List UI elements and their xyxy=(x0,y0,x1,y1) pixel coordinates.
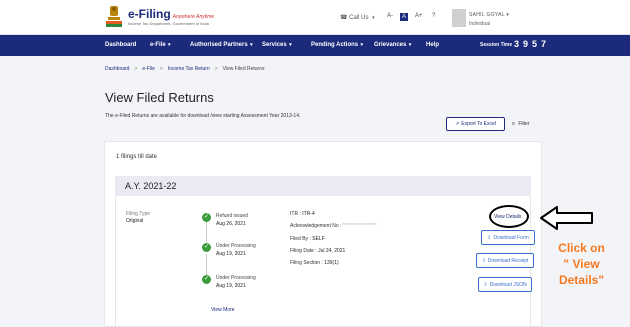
filed-by-row: Filed By : SELF xyxy=(290,236,325,242)
efiling-logo[interactable]: e-Filing Anywhere Anytime Income Tax Dep… xyxy=(104,4,214,30)
nav-dashboard[interactable]: Dashboard xyxy=(105,42,136,48)
status-text: Under Processing xyxy=(216,275,256,281)
breadcrumb-income-tax-return[interactable]: Income Tax Return xyxy=(168,66,210,72)
download-icon: ⇩ xyxy=(481,257,486,264)
filter-button[interactable]: ≡ Filter xyxy=(512,121,529,127)
filing-date-label: Filing Date : xyxy=(290,248,317,254)
annotation-text: Click on " View Details" xyxy=(558,241,605,287)
filter-icon: ≡ xyxy=(512,121,515,127)
session-time-label: Session Time xyxy=(480,42,513,48)
chevron-right-icon: > xyxy=(214,66,218,72)
filing-section-row: Filing Section : 139(1) xyxy=(290,260,339,266)
chevron-down-icon: ▾ xyxy=(359,42,364,48)
nav-authorised-partners[interactable]: Authorised Partners ▾ xyxy=(190,42,253,48)
call-us-label: Call Us xyxy=(349,15,369,21)
breadcrumb: Dashboard > e-File > Income Tax Return >… xyxy=(105,66,265,72)
breadcrumb-efile[interactable]: e-File xyxy=(142,66,155,72)
timeline-connector xyxy=(206,254,207,276)
chevron-down-icon: ▾ xyxy=(287,42,292,48)
filed-by-value: SELF xyxy=(312,236,325,242)
status-text: Under Processing xyxy=(216,243,256,249)
logo-tagline: Anywhere Anytime xyxy=(172,14,215,20)
view-more-link[interactable]: View More xyxy=(211,307,235,313)
status-item: ✓ Refund issued Aug 26, 2021 xyxy=(202,213,248,227)
session-timer: 3 9 5 7 xyxy=(513,39,546,49)
download-icon: ⇩ xyxy=(487,234,492,241)
chevron-down-icon: ▾ xyxy=(248,42,253,48)
filing-date-row: Filing Date : Jul 24, 2021 xyxy=(290,248,345,254)
chevron-down-icon: ▾ xyxy=(506,12,510,18)
nav-grievances[interactable]: Grievances ▾ xyxy=(374,42,411,48)
status-text: Refund issued xyxy=(216,213,248,219)
status-date: Aug 19, 2021 xyxy=(216,251,246,257)
chevron-down-icon: ▾ xyxy=(372,15,375,21)
filed-by-label: Filed By : xyxy=(290,236,311,242)
download-json-button[interactable]: ⇩ Download JSON xyxy=(478,277,532,292)
assessment-year-label: A.Y. 2021-22 xyxy=(125,181,177,191)
call-us-menu[interactable]: ☎ Call Us ▾ xyxy=(340,14,375,21)
chevron-down-icon: ▾ xyxy=(407,42,412,48)
download-receipt-button[interactable]: ⇩ Download Receipt xyxy=(476,253,534,268)
page-title: View Filed Returns xyxy=(105,90,214,105)
check-circle-icon: ✓ xyxy=(202,243,211,252)
top-header: e-Filing Anywhere Anytime Income Tax Dep… xyxy=(0,0,630,35)
main-nav: Dashboard e-File ▾ Authorised Partners ▾… xyxy=(0,35,630,56)
breadcrumb-current: View Filed Returns xyxy=(222,66,265,72)
user-type: Individual xyxy=(469,21,491,27)
ack-row: Acknowledgement No : ************** xyxy=(290,223,377,229)
filing-type-value: Original xyxy=(126,218,144,224)
filing-section-value: 139(1) xyxy=(324,260,339,266)
download-icon: ⇩ xyxy=(483,281,488,288)
filing-details: Filing Type Original ✓ Refund issued Aug… xyxy=(115,196,535,327)
arrow-left-icon xyxy=(540,206,593,230)
export-icon: ↗ xyxy=(455,121,460,127)
status-date: Aug 19, 2021 xyxy=(216,283,246,289)
logo-title: e-Filing xyxy=(128,7,171,21)
nav-services[interactable]: Services ▾ xyxy=(262,42,292,48)
filings-count: 1 filings till date xyxy=(116,154,158,160)
nav-efile[interactable]: e-File ▾ xyxy=(150,42,171,48)
nav-help[interactable]: Help xyxy=(426,42,439,48)
status-item: ✓ Under Processing Aug 19, 2021 xyxy=(202,275,256,289)
export-to-excel-button[interactable]: ↗ Export To Excel xyxy=(446,117,505,131)
chevron-down-icon: ▾ xyxy=(166,42,171,48)
breadcrumb-dashboard[interactable]: Dashboard xyxy=(105,66,129,72)
filings-card: 1 filings till date A.Y. 2021-22 Filing … xyxy=(104,141,542,327)
itr-row: ITR : ITR-4 xyxy=(290,211,315,217)
status-date: Aug 26, 2021 xyxy=(216,221,246,227)
highlight-circle xyxy=(489,205,529,228)
ack-label: Acknowledgement No : xyxy=(290,223,342,229)
phone-icon: ☎ xyxy=(340,15,348,21)
user-name[interactable]: SAHIL GOYAL ▾ xyxy=(469,12,509,18)
assessment-year-header: A.Y. 2021-22 xyxy=(115,176,531,196)
itr-label: ITR : xyxy=(290,211,301,217)
check-circle-icon: ✓ xyxy=(202,275,211,284)
nav-pending-actions[interactable]: Pending Actions ▾ xyxy=(311,42,363,48)
check-circle-icon: ✓ xyxy=(202,213,211,222)
font-decrease-button[interactable]: A- xyxy=(387,13,393,19)
emblem-icon xyxy=(106,6,122,27)
avatar[interactable] xyxy=(452,9,466,27)
font-normal-button[interactable]: A xyxy=(400,13,408,21)
filing-section-label: Filing Section : xyxy=(290,260,323,266)
help-icon[interactable]: ? xyxy=(432,13,435,19)
itr-value: ITR-4 xyxy=(302,211,315,217)
chevron-right-icon: > xyxy=(134,66,138,72)
filing-type-label: Filing Type xyxy=(126,211,151,217)
page-description: The e-Filed Returns are available for do… xyxy=(105,113,301,119)
logo-subtitle: Income Tax Department, Government of Ind… xyxy=(128,21,209,26)
status-item: ✓ Under Processing Aug 19, 2021 xyxy=(202,243,256,257)
chevron-right-icon: > xyxy=(159,66,163,72)
download-form-button[interactable]: ⇩ Download Form xyxy=(481,230,535,245)
ack-value: ************** xyxy=(342,223,378,229)
font-increase-button[interactable]: A+ xyxy=(415,13,423,19)
filing-date-value: Jul 24, 2021 xyxy=(318,248,346,254)
